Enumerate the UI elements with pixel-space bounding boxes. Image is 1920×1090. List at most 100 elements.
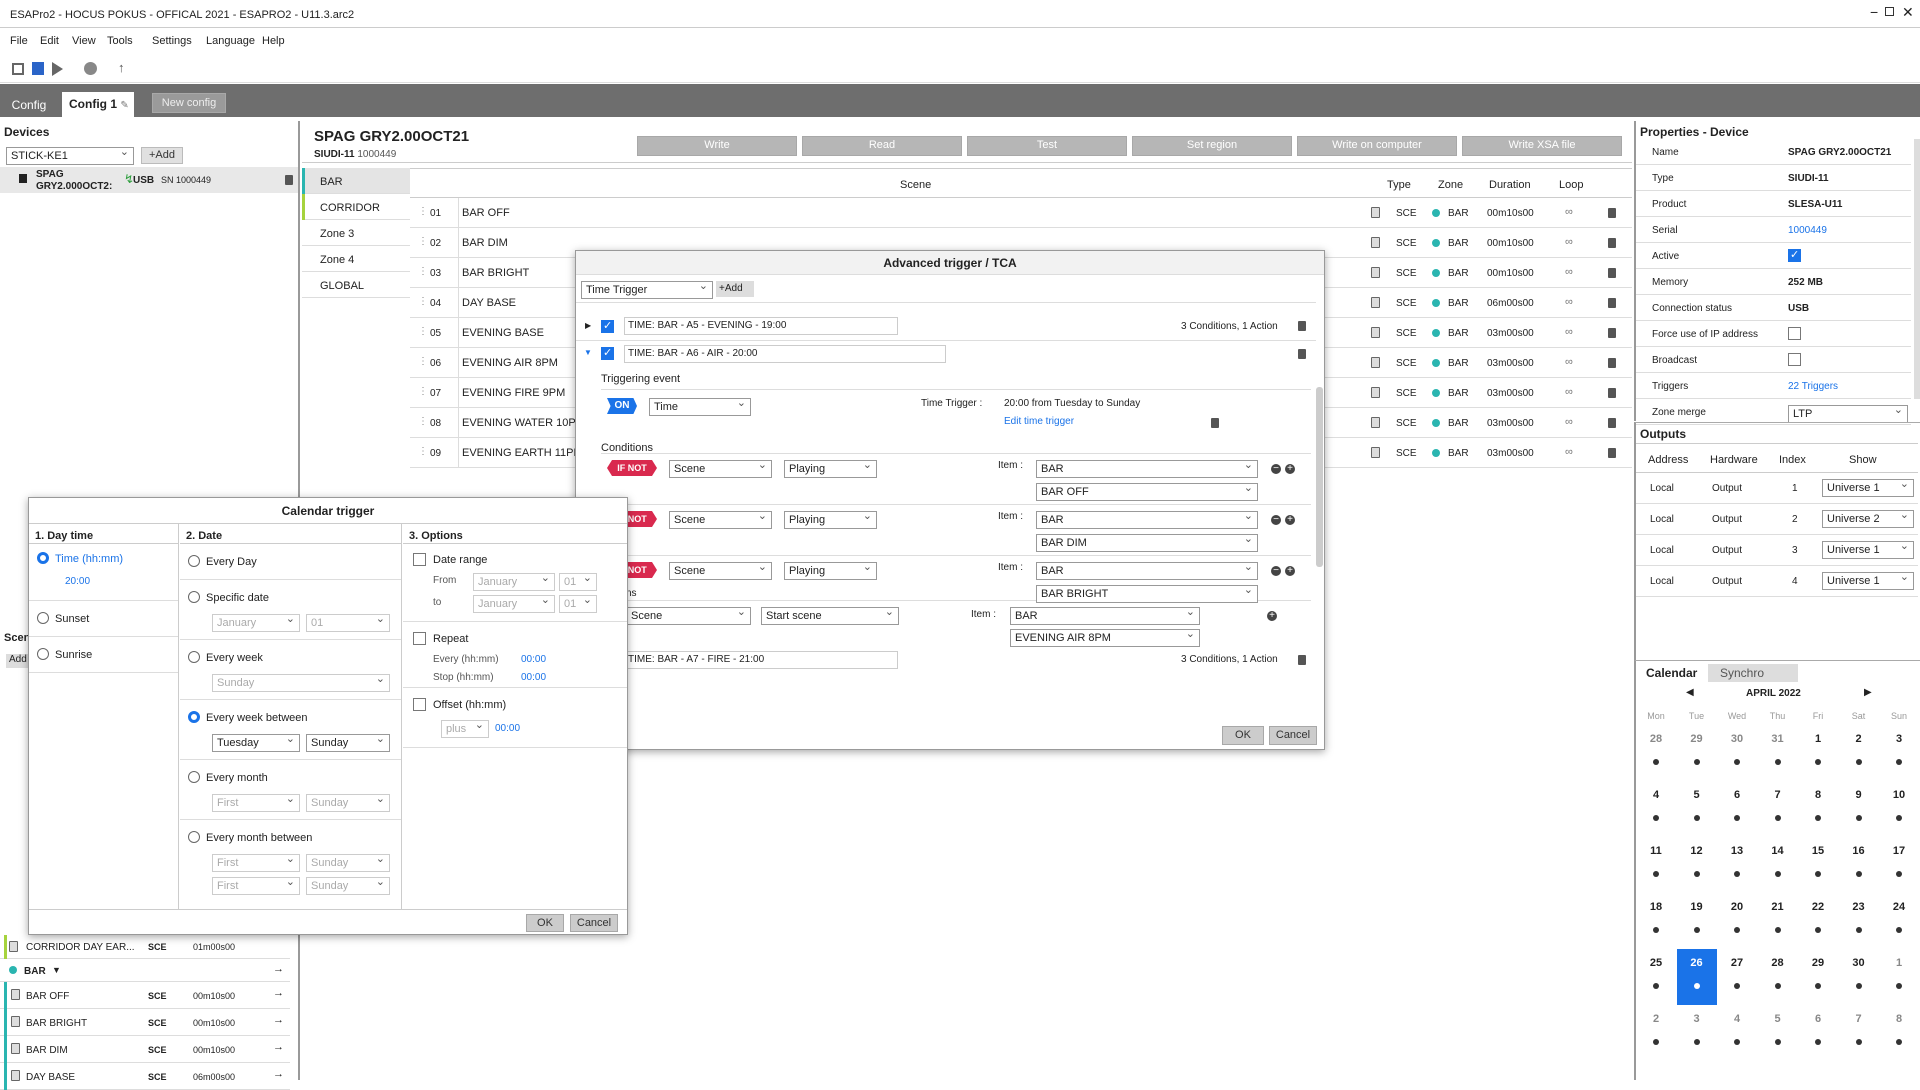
add-condition-icon[interactable]: +: [1285, 566, 1295, 576]
tools-icon[interactable]: [12, 63, 24, 75]
tab-calendar[interactable]: Calendar: [1642, 664, 1706, 682]
menu-item-settings[interactable]: Settings: [152, 35, 192, 47]
tab-synchro[interactable]: Synchro: [1708, 664, 1798, 682]
condition-zone-select[interactable]: BAR: [1036, 457, 1258, 478]
calendar-day[interactable]: 7: [1758, 781, 1798, 837]
send-arrow-icon[interactable]: →: [273, 1068, 284, 1080]
loop-icon[interactable]: ∞: [1565, 296, 1573, 308]
calendar-day[interactable]: 2: [1839, 725, 1879, 781]
output-universe-select[interactable]: Universe 1: [1822, 538, 1914, 559]
calendar-day[interactable]: 4: [1636, 781, 1676, 837]
sunset-option[interactable]: Sunset: [29, 601, 178, 637]
month-between-day-2[interactable]: Sunday: [306, 874, 390, 895]
drag-handle-icon[interactable]: ⋮: [418, 296, 428, 307]
time-value[interactable]: 20:00: [65, 576, 90, 587]
specific-date-radio[interactable]: [188, 591, 200, 603]
menu-item-help[interactable]: Help: [262, 35, 285, 47]
calendar-day[interactable]: 30: [1717, 725, 1757, 781]
event-type-select[interactable]: Time: [649, 395, 751, 416]
sunrise-radio[interactable]: [37, 648, 49, 660]
calendar-day[interactable]: 29: [1798, 949, 1838, 1005]
month-between-day-1[interactable]: Sunday: [306, 851, 390, 872]
calendar-day[interactable]: 25: [1636, 949, 1676, 1005]
specific-month-select[interactable]: January: [212, 611, 300, 632]
calendar-day[interactable]: 3: [1677, 1005, 1717, 1061]
minimize-icon[interactable]: −: [1870, 4, 1878, 20]
drag-handle-icon[interactable]: ⋮: [418, 356, 428, 367]
action-button-read[interactable]: Read: [802, 136, 962, 156]
output-universe-select[interactable]: Universe 1: [1822, 476, 1914, 497]
scene-list-row-corridor[interactable]: CORRIDOR DAY EAR... SCE 01m00s00: [0, 935, 290, 959]
new-config-button[interactable]: New config: [152, 93, 226, 113]
calendar-day[interactable]: 8: [1798, 781, 1838, 837]
calendar-day[interactable]: 12: [1677, 837, 1717, 893]
expand-arrow-icon[interactable]: ▶: [585, 321, 591, 330]
week-from-select[interactable]: Tuesday: [212, 731, 300, 752]
calendar-day[interactable]: 11: [1636, 837, 1676, 893]
list-item[interactable]: DAY BASE SCE 06m00s00 →: [0, 1063, 290, 1090]
month-between-ordinal-2[interactable]: First: [212, 874, 300, 895]
condition-type-select[interactable]: Scene: [669, 457, 772, 478]
condition-state-select[interactable]: Playing: [784, 508, 877, 529]
calendar-day[interactable]: 19: [1677, 893, 1717, 949]
calendar-day[interactable]: 9: [1839, 781, 1879, 837]
add-condition-icon[interactable]: +: [1285, 464, 1295, 474]
calendar-day[interactable]: 5: [1758, 1005, 1798, 1061]
loop-icon[interactable]: ∞: [1565, 266, 1573, 278]
calendar-day[interactable]: 6: [1798, 1005, 1838, 1061]
loop-icon[interactable]: ∞: [1565, 206, 1573, 218]
collapse-arrow-icon[interactable]: ▼: [584, 348, 592, 357]
delete-scene-icon[interactable]: [1608, 298, 1616, 308]
time-radio[interactable]: [37, 552, 49, 564]
drag-handle-icon[interactable]: ⋮: [418, 326, 428, 337]
device-row[interactable]: SPAG GRY2.000OCT2: ↯ USB SN 1000449: [0, 167, 298, 193]
condition-zone-select[interactable]: BAR: [1036, 559, 1258, 580]
calendar-day[interactable]: 28: [1636, 725, 1676, 781]
broadcast-checkbox[interactable]: [1788, 353, 1801, 366]
property-value[interactable]: 1000449: [1788, 225, 1827, 236]
action-button-write-xsa-file[interactable]: Write XSA file: [1462, 136, 1622, 156]
edit-time-trigger-link[interactable]: Edit time trigger: [1004, 416, 1074, 427]
delete-scene-icon[interactable]: [1608, 418, 1616, 428]
calendar-day[interactable]: 17: [1879, 837, 1919, 893]
sunset-radio[interactable]: [37, 612, 49, 624]
next-month-icon[interactable]: ▶: [1864, 687, 1872, 698]
condition-type-select[interactable]: Scene: [669, 559, 772, 580]
output-universe-select[interactable]: Universe 1: [1822, 569, 1914, 590]
drag-handle-icon[interactable]: ⋮: [418, 446, 428, 457]
range-to-day[interactable]: 01: [559, 592, 597, 613]
output-universe-select[interactable]: Universe 2: [1822, 507, 1914, 528]
properties-scrollbar[interactable]: [1914, 139, 1920, 399]
every-month-between-radio[interactable]: [188, 831, 200, 843]
delete-scene-icon[interactable]: [1608, 268, 1616, 278]
calendar-day[interactable]: 14: [1758, 837, 1798, 893]
repeat-stop-value[interactable]: 00:00: [521, 672, 546, 683]
calendar-day[interactable]: 8: [1879, 1005, 1919, 1061]
save-icon[interactable]: [32, 62, 44, 75]
restore-icon[interactable]: [1885, 7, 1894, 16]
zone-merge-select[interactable]: LTP: [1788, 402, 1908, 423]
remove-condition-icon[interactable]: −: [1271, 464, 1281, 474]
range-from-month[interactable]: January: [473, 570, 555, 591]
drag-handle-icon[interactable]: ⋮: [418, 416, 428, 427]
adv-ok-button[interactable]: OK: [1222, 726, 1264, 745]
every-day-radio[interactable]: [188, 555, 200, 567]
repeat-every-value[interactable]: 00:00: [521, 654, 546, 665]
pointer-icon[interactable]: ↑: [118, 60, 125, 75]
loop-icon[interactable]: ∞: [1565, 416, 1573, 428]
zone-item-global[interactable]: GLOBAL: [302, 272, 410, 298]
calendar-day[interactable]: 24: [1879, 893, 1919, 949]
every-week-option[interactable]: Every week Sunday: [180, 640, 401, 700]
trigger-a6-checkbox[interactable]: [601, 346, 614, 360]
every-day-option[interactable]: Every Day: [180, 544, 401, 580]
cal-ok-button[interactable]: OK: [526, 914, 564, 932]
delete-device-icon[interactable]: [285, 175, 293, 185]
calendar-day[interactable]: 15: [1798, 837, 1838, 893]
delete-trigger-icon[interactable]: [1298, 655, 1306, 665]
offset-value[interactable]: 00:00: [495, 723, 520, 734]
every-month-radio[interactable]: [188, 771, 200, 783]
delete-scene-icon[interactable]: [1608, 388, 1616, 398]
trigger-row-a6[interactable]: ▼ TIME: BAR - A6 - AIR - 20:00: [576, 343, 1316, 365]
action-scene-select[interactable]: EVENING AIR 8PM: [1010, 626, 1200, 647]
calendar-day[interactable]: 1: [1798, 725, 1838, 781]
